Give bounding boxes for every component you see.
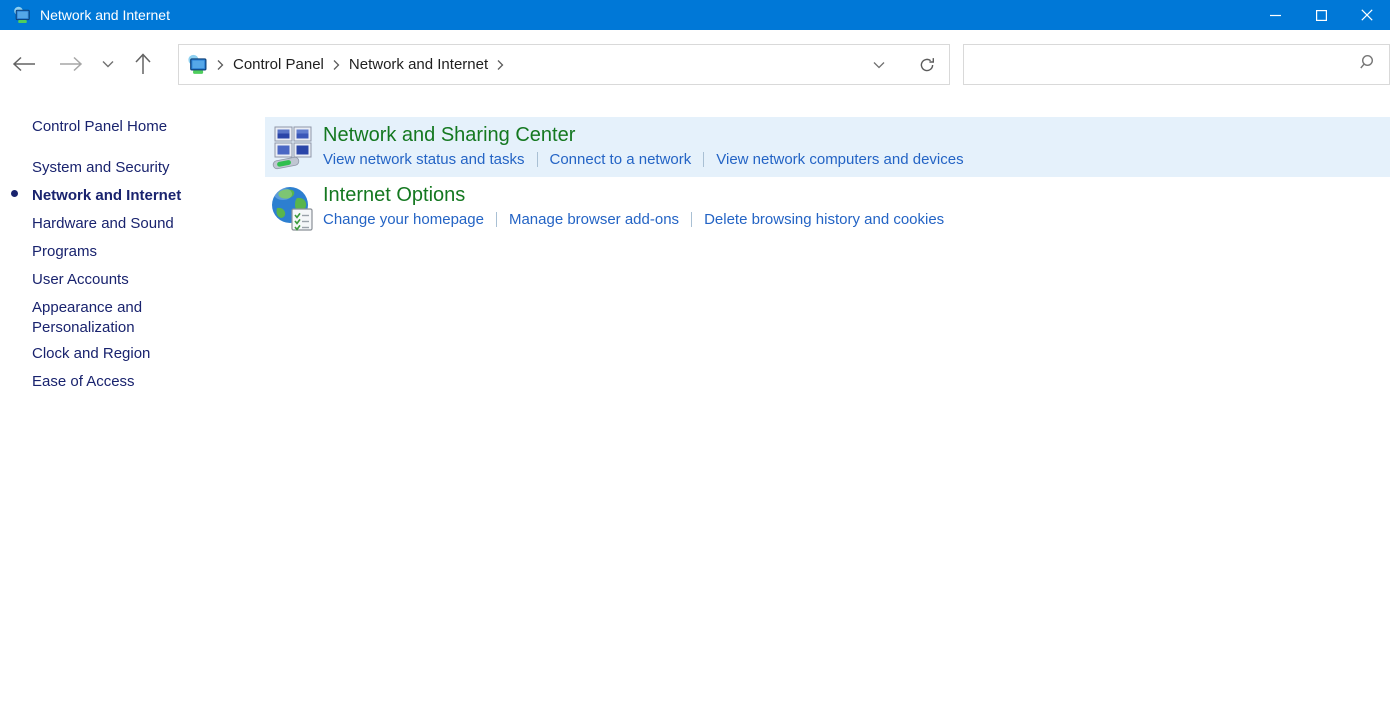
address-bar[interactable]: Control Panel Network and Internet <box>178 44 950 85</box>
sidebar-item-control-panel-home[interactable]: Control Panel Home <box>32 117 167 137</box>
task-link-manage-addons[interactable]: Manage browser add-ons <box>509 211 679 228</box>
breadcrumb-item-control-panel[interactable]: Control Panel <box>233 56 324 73</box>
maximize-icon <box>1316 10 1327 21</box>
chevron-down-icon <box>873 61 885 69</box>
up-arrow-icon <box>133 52 153 76</box>
sidebar-item-system-and-security[interactable]: System and Security <box>32 158 170 178</box>
minimize-button[interactable] <box>1252 0 1298 30</box>
section-network-and-sharing-center: Network and Sharing Center View network … <box>265 117 1390 177</box>
back-arrow-icon <box>11 55 37 73</box>
link-divider <box>537 152 538 167</box>
globe-checklist-icon[interactable] <box>269 184 317 237</box>
active-item-bullet <box>11 190 18 197</box>
minimize-icon <box>1270 10 1281 21</box>
sidebar-item-ease-of-access[interactable]: Ease of Access <box>32 372 135 392</box>
forward-button[interactable] <box>56 51 86 77</box>
task-link-view-network-status[interactable]: View network status and tasks <box>323 151 525 168</box>
section-internet-options: Internet Options Change your homepage Ma… <box>265 177 1390 237</box>
up-button[interactable] <box>129 50 157 78</box>
task-link-view-network-computers[interactable]: View network computers and devices <box>716 151 963 168</box>
search-input[interactable] <box>964 45 1359 84</box>
link-divider <box>496 212 497 227</box>
section-task-links: View network status and tasks Connect to… <box>323 151 964 168</box>
task-link-delete-history[interactable]: Delete browsing history and cookies <box>704 211 944 228</box>
close-button[interactable] <box>1344 0 1390 30</box>
task-link-connect-to-network[interactable]: Connect to a network <box>550 151 692 168</box>
close-icon <box>1361 9 1373 21</box>
breadcrumb-chevron-icon <box>333 59 340 71</box>
address-bar-controls <box>867 53 939 77</box>
window-controls <box>1252 0 1390 30</box>
link-divider <box>703 152 704 167</box>
back-button[interactable] <box>9 51 39 77</box>
forward-arrow-icon <box>58 55 84 73</box>
task-link-change-homepage[interactable]: Change your homepage <box>323 211 484 228</box>
section-title-link[interactable]: Internet Options <box>323 183 465 207</box>
section-title-link[interactable]: Network and Sharing Center <box>323 123 575 147</box>
breadcrumb-item-network-and-internet[interactable]: Network and Internet <box>349 56 488 73</box>
sidebar-item-hardware-and-sound[interactable]: Hardware and Sound <box>32 214 174 234</box>
sidebar-item-network-and-internet[interactable]: Network and Internet <box>32 186 181 206</box>
network-computers-icon[interactable] <box>272 124 314 175</box>
location-icon <box>187 54 208 75</box>
chevron-down-icon <box>102 60 114 68</box>
network-internet-icon <box>13 6 31 24</box>
sidebar-item-user-accounts[interactable]: User Accounts <box>32 270 129 290</box>
refresh-button[interactable] <box>915 53 939 77</box>
control-panel-window: { "window": { "title": "Network and Inte… <box>0 0 1390 723</box>
recent-locations-button[interactable] <box>98 56 118 72</box>
link-divider <box>691 212 692 227</box>
refresh-icon <box>918 56 936 74</box>
search-icon <box>1359 54 1375 75</box>
sidebar-item-appearance-and-personalization[interactable]: Appearance and Personalization <box>32 298 187 338</box>
maximize-button[interactable] <box>1298 0 1344 30</box>
titlebar: Network and Internet <box>0 0 1390 30</box>
breadcrumb-chevron-icon <box>497 59 504 71</box>
sidebar-item-programs[interactable]: Programs <box>32 242 97 262</box>
search-box <box>963 44 1390 85</box>
address-dropdown-button[interactable] <box>867 53 891 77</box>
window-title: Network and Internet <box>40 7 170 23</box>
sidebar-item-clock-and-region[interactable]: Clock and Region <box>32 344 150 364</box>
section-task-links: Change your homepage Manage browser add-… <box>323 211 944 228</box>
breadcrumb-chevron-icon <box>217 59 224 71</box>
